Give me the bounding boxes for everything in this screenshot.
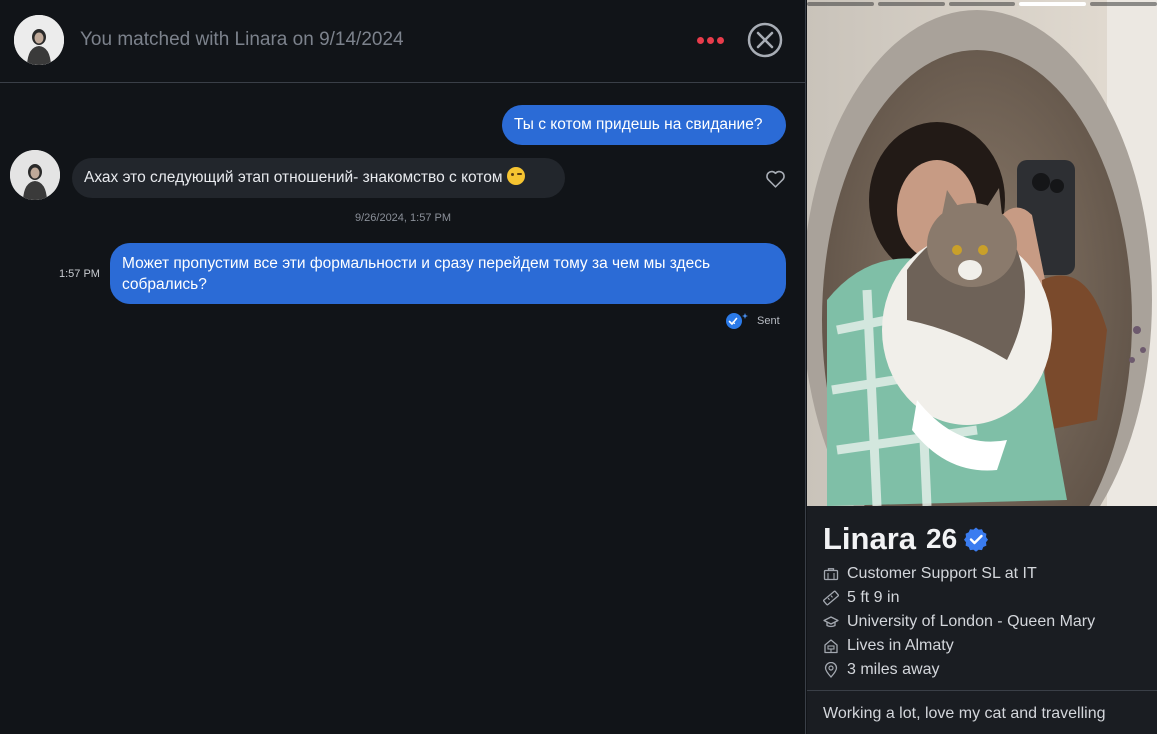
match-avatar[interactable] bbox=[14, 15, 64, 65]
detail-education: University of London - Queen Mary bbox=[823, 610, 1095, 634]
message-time: 1:57 PM bbox=[59, 268, 100, 280]
sender-avatar[interactable] bbox=[10, 150, 60, 200]
profile-details: Customer Support SL at IT 5 ft 9 in Univ… bbox=[823, 562, 1095, 682]
close-chat-button[interactable] bbox=[746, 21, 784, 59]
photo-indicator-active[interactable] bbox=[1019, 2, 1087, 6]
message-text: Ты с котом придешь на свидание? bbox=[514, 116, 763, 133]
dot-icon bbox=[696, 36, 704, 44]
detail-distance: 3 miles away bbox=[823, 658, 1095, 682]
photo-indicator[interactable] bbox=[877, 2, 945, 6]
detail-job: Customer Support SL at IT bbox=[823, 562, 1095, 586]
profile-panel: Linara 26 Customer Support SL at IT 5 ft… bbox=[807, 0, 1157, 734]
detail-location: Lives in Almaty bbox=[823, 634, 1095, 658]
photo-indicator[interactable] bbox=[1090, 2, 1157, 6]
timestamp-divider: 9/26/2024, 1:57 PM bbox=[354, 212, 451, 224]
verified-badge-icon bbox=[964, 527, 989, 552]
detail-text: Customer Support SL at IT bbox=[847, 565, 1037, 582]
profile-bio: Working a lot, love my cat and travellin… bbox=[823, 705, 1106, 722]
photo-indicator[interactable] bbox=[948, 2, 1016, 6]
profile-name: Linara bbox=[823, 521, 917, 556]
incoming-message[interactable]: Ахах это следующий этап отношений- знако… bbox=[72, 158, 565, 198]
home-icon bbox=[824, 639, 838, 654]
more-options-button[interactable] bbox=[692, 30, 728, 50]
location-pin-icon bbox=[824, 662, 838, 678]
sent-status: Sent bbox=[724, 312, 780, 330]
match-title: You matched with Linara on 9/14/2024 bbox=[80, 29, 404, 50]
sent-check-icon bbox=[726, 313, 748, 329]
profile-name-row: Linara 26 bbox=[823, 521, 989, 557]
heart-icon bbox=[766, 170, 785, 188]
dot-icon bbox=[706, 36, 714, 44]
profile-divider bbox=[807, 690, 1157, 691]
detail-text: 5 ft 9 in bbox=[847, 589, 900, 606]
like-message-button[interactable] bbox=[765, 169, 786, 189]
profile-photo[interactable] bbox=[807, 0, 1157, 506]
message-text: Ахах это следующий этап отношений- знако… bbox=[84, 169, 503, 186]
briefcase-icon bbox=[823, 568, 839, 581]
sent-label: Sent bbox=[757, 315, 780, 327]
outgoing-message[interactable]: Может пропустим все эти формальности и с… bbox=[110, 243, 786, 304]
profile-age: 26 bbox=[926, 523, 958, 554]
dot-icon bbox=[716, 36, 724, 44]
close-icon bbox=[747, 22, 783, 58]
outgoing-message[interactable]: Ты с котом придешь на свидание? bbox=[502, 105, 786, 145]
detail-text: Lives in Almaty bbox=[847, 637, 954, 654]
chat-header: You matched with Linara on 9/14/2024 bbox=[0, 0, 806, 83]
ruler-icon bbox=[823, 590, 839, 606]
photo-indicator[interactable] bbox=[807, 2, 874, 6]
winking-face-icon bbox=[506, 167, 525, 185]
detail-text: 3 miles away bbox=[847, 661, 940, 678]
detail-text: University of London - Queen Mary bbox=[847, 613, 1096, 630]
message-text: Может пропустим все эти формальности и с… bbox=[122, 255, 711, 293]
detail-height: 5 ft 9 in bbox=[823, 586, 1095, 610]
chat-panel: You matched with Linara on 9/14/2024 Ты … bbox=[0, 0, 806, 734]
photo-progress bbox=[807, 2, 1157, 8]
graduation-cap-icon bbox=[823, 616, 839, 628]
